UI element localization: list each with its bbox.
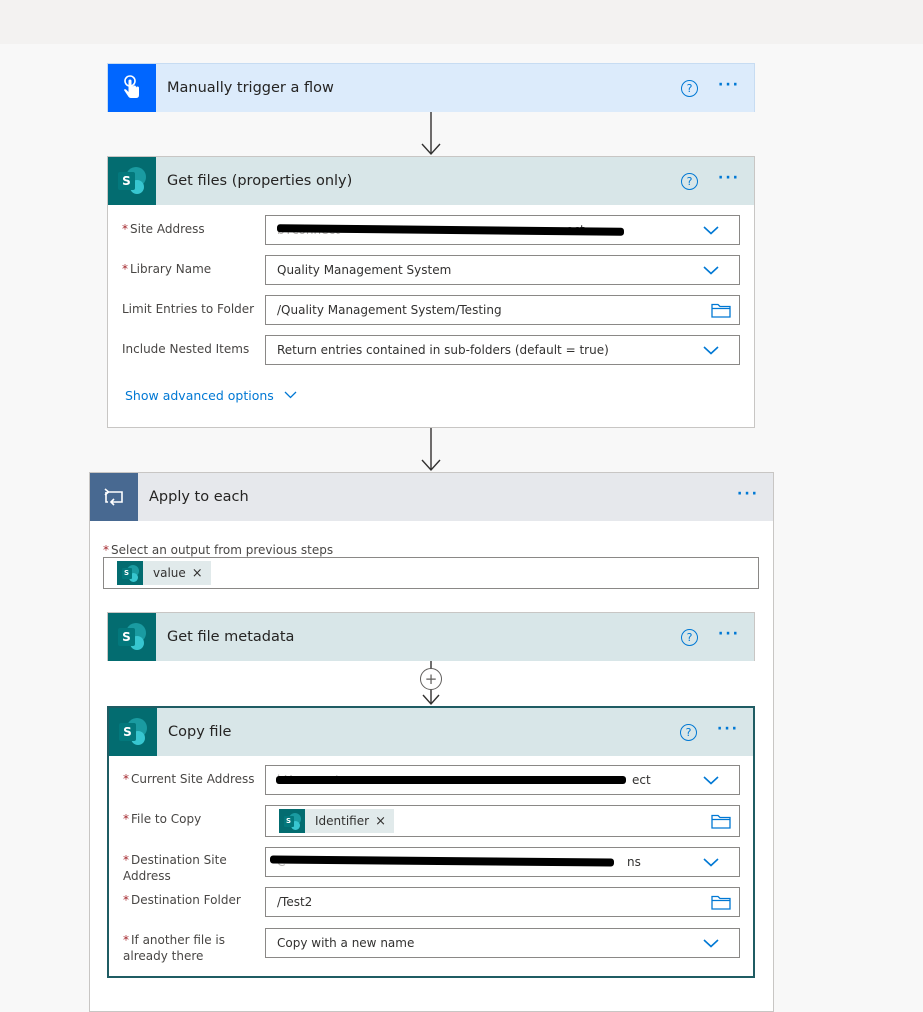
chevron-down-icon bbox=[703, 776, 719, 785]
copy-file-card: S Copy file ? ··· * Current Site Address … bbox=[107, 706, 755, 978]
select-output-label: * Select an output from previous steps bbox=[103, 543, 334, 557]
get-file-metadata-header[interactable]: S Get file metadata ? ··· bbox=[108, 613, 754, 661]
more-options-icon[interactable]: ··· bbox=[718, 78, 740, 95]
destination-site-label: * Destination Site Address bbox=[123, 853, 227, 883]
apply-to-each-title: Apply to each bbox=[149, 489, 249, 505]
trigger-card-header[interactable]: Manually trigger a flow ? ··· bbox=[108, 64, 754, 112]
if-exists-label: * If another file is already there bbox=[123, 933, 225, 963]
limit-folder-input[interactable]: /Quality Management System/Testing bbox=[265, 295, 740, 325]
library-name-dropdown[interactable]: Quality Management System bbox=[265, 255, 740, 285]
help-icon[interactable]: ? bbox=[681, 628, 699, 646]
sharepoint-icon: S bbox=[109, 708, 157, 756]
remove-token-icon[interactable]: × bbox=[192, 566, 203, 581]
add-step-icon[interactable]: + bbox=[420, 668, 442, 690]
get-files-title: Get files (properties only) bbox=[167, 173, 353, 189]
get-files-header[interactable]: S Get files (properties only) ? ··· bbox=[108, 157, 754, 205]
if-exists-dropdown[interactable]: Copy with a new name bbox=[265, 928, 740, 958]
apply-to-each-header[interactable]: Apply to each ··· bbox=[90, 473, 773, 521]
value-token[interactable]: S value × bbox=[117, 561, 211, 585]
loop-icon bbox=[90, 473, 138, 521]
redaction-mark bbox=[276, 776, 626, 784]
select-output-input[interactable]: S value × bbox=[103, 557, 759, 589]
more-options-icon[interactable]: ··· bbox=[718, 171, 740, 188]
get-file-metadata-title: Get file metadata bbox=[167, 629, 295, 645]
more-options-icon[interactable]: ··· bbox=[718, 627, 740, 644]
site-address-dropdown[interactable]: bYconnect ect bbox=[265, 215, 740, 245]
file-to-copy-label: * File to Copy bbox=[123, 812, 202, 826]
limit-folder-label: Limit Entries to Folder bbox=[122, 302, 255, 316]
library-name-label: * Library Name bbox=[122, 262, 212, 276]
copy-file-header[interactable]: S Copy file ? ··· bbox=[109, 708, 753, 756]
help-icon[interactable]: ? bbox=[681, 79, 699, 97]
get-files-card: S Get files (properties only) ? ··· * Sit… bbox=[107, 156, 755, 428]
include-nested-label: Include Nested Items bbox=[122, 342, 250, 356]
sharepoint-icon: S bbox=[108, 613, 156, 661]
include-nested-dropdown[interactable]: Return entries contained in sub-folders … bbox=[265, 335, 740, 365]
flow-arrow bbox=[421, 112, 441, 156]
sharepoint-icon: S bbox=[108, 157, 156, 205]
current-site-dropdown[interactable]: bYconnect ect bbox=[265, 765, 740, 795]
chevron-down-icon bbox=[703, 226, 719, 235]
chevron-down-icon bbox=[703, 346, 719, 355]
help-icon[interactable]: ? bbox=[680, 723, 698, 741]
copy-file-title: Copy file bbox=[168, 724, 232, 740]
touch-icon bbox=[108, 64, 156, 112]
show-advanced-options-link[interactable]: Show advanced options bbox=[125, 388, 297, 403]
chevron-down-icon bbox=[284, 391, 297, 399]
chevron-down-icon bbox=[703, 858, 719, 867]
destination-site-dropdown[interactable]: C ns bbox=[265, 847, 740, 877]
top-bar bbox=[0, 0, 923, 44]
destination-folder-input[interactable]: /Test2 bbox=[265, 887, 740, 917]
chevron-down-icon bbox=[703, 266, 719, 275]
sharepoint-icon: S bbox=[117, 561, 143, 585]
remove-token-icon[interactable]: × bbox=[375, 814, 386, 829]
folder-icon[interactable] bbox=[711, 894, 731, 910]
identifier-token[interactable]: S Identifier × bbox=[279, 809, 394, 833]
site-address-label: * Site Address bbox=[122, 222, 205, 236]
trigger-card[interactable]: Manually trigger a flow ? ··· bbox=[107, 63, 755, 112]
trigger-title: Manually trigger a flow bbox=[167, 80, 334, 96]
current-site-label: * Current Site Address bbox=[123, 772, 255, 786]
file-to-copy-input[interactable]: S Identifier × bbox=[265, 805, 740, 837]
chevron-down-icon bbox=[703, 939, 719, 948]
folder-icon[interactable] bbox=[711, 813, 731, 829]
sharepoint-icon: S bbox=[279, 809, 305, 833]
flow-arrow bbox=[421, 428, 441, 472]
more-options-icon[interactable]: ··· bbox=[717, 722, 739, 739]
help-icon[interactable]: ? bbox=[681, 172, 699, 190]
folder-icon[interactable] bbox=[711, 302, 731, 318]
get-file-metadata-card[interactable]: S Get file metadata ? ··· bbox=[107, 612, 755, 661]
more-options-icon[interactable]: ··· bbox=[737, 487, 759, 504]
destination-folder-label: * Destination Folder bbox=[123, 893, 241, 907]
